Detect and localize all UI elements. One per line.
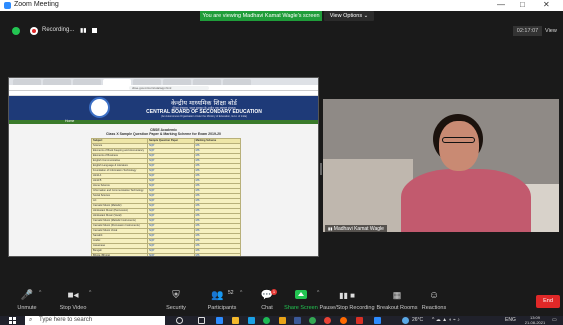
participants-button[interactable]: 👥 52 ^ Participants (198, 286, 246, 316)
participant-name: Madhavi Kamat Wagle (333, 226, 384, 232)
viewing-screen-banner: You are viewing Madhavi Kamat Wagle's sc… (200, 11, 322, 21)
cbse-header: केन्द्रीय माध्यमिक शिक्षा बोर्ड (शिक्षा … (9, 96, 318, 120)
shield-icon: ⛨ (172, 290, 180, 301)
participant-name-label: ▮▮ Madhavi Kamat Wagle (325, 225, 387, 232)
video-background-shelf (323, 159, 413, 232)
doc-subtitle: Class X Sample Question Paper & Marking … (106, 132, 221, 136)
app-icon[interactable] (248, 317, 255, 324)
table-body: Science SQP MS Elements of Book Keeping and… (91, 143, 242, 256)
zoom-window: Zoom Meeting — □ ✕ You are viewing Madha… (0, 0, 563, 325)
sqp-link[interactable]: SQP (146, 253, 195, 256)
app-icon[interactable] (324, 317, 331, 324)
subject-cell: Information and Communication Technology (91, 188, 148, 194)
sample-paper-table: Subject Sample Question Paper Marking Sc… (91, 138, 242, 256)
pause-stop-recording-label: Pause/Stop Recording (319, 305, 375, 311)
taskbar-clock[interactable]: 13:09 21-08-2021 (522, 315, 548, 325)
browser-url: cbse.gov.in/curricula/sqp.html (129, 86, 209, 90)
weather-icon (402, 317, 409, 324)
subject-cell: Bhotia (Bhotia) (91, 253, 148, 256)
taskbar-search-placeholder: Type here to search (39, 317, 93, 323)
minimize-button[interactable]: — (497, 0, 505, 9)
home-link: Home (65, 119, 75, 123)
unmute-button[interactable]: 🎤 ^ Unmute (3, 286, 51, 316)
view-button[interactable]: View (545, 26, 557, 36)
participant-face (439, 121, 479, 171)
microphone-muted-icon: 🎤 (20, 290, 34, 301)
spotify-icon[interactable] (263, 317, 270, 324)
clock-date: 21-08-2021 (524, 319, 546, 325)
recording-icon (30, 27, 38, 35)
file-explorer-icon[interactable] (232, 317, 239, 324)
search-icon: ⌕ (29, 317, 33, 323)
browser-tab-strip (9, 78, 318, 85)
app-icon[interactable] (216, 317, 223, 324)
pause-stop-icon: ▮▮ ■ (339, 291, 355, 300)
task-view-icon[interactable] (198, 317, 205, 324)
window-title: Zoom Meeting (14, 1, 59, 8)
participant-video[interactable]: ▮▮ Madhavi Kamat Wagle (323, 99, 559, 232)
participants-label: Participants (207, 305, 237, 311)
table-row: Bhotia (Bhotia) SQP MS (91, 253, 242, 256)
language-indicator[interactable]: ENG (505, 316, 516, 325)
breakout-rooms-icon: ▦ (392, 290, 402, 300)
unmute-label: Unmute (17, 305, 37, 311)
stop-recording-icon[interactable] (92, 28, 97, 33)
chevron-up-icon[interactable]: ^ (39, 290, 41, 296)
smiley-icon: ☺ (428, 290, 440, 301)
splitter-handle[interactable] (320, 163, 322, 175)
cbse-nav-bar: Home (9, 119, 318, 124)
participants-icon: 👥 (210, 290, 224, 301)
shared-screen[interactable]: cbse.gov.in/curricula/sqp.html केन्द्रीय… (8, 77, 319, 257)
subject-cell: Elements of Book Keeping and Accountancy (91, 148, 148, 154)
security-shield-icon[interactable] (12, 27, 20, 35)
share-screen-icon (295, 290, 307, 299)
ms-link[interactable]: MS (193, 253, 242, 256)
cbse-logo-icon (89, 97, 110, 118)
stop-video-label: Stop Video (59, 305, 87, 311)
maximize-button[interactable]: □ (520, 0, 525, 9)
app-icon[interactable] (340, 317, 347, 324)
pause-recording-icon[interactable]: ▮▮ (80, 27, 87, 34)
security-label: Security (166, 305, 186, 311)
close-button[interactable]: ✕ (543, 0, 550, 9)
chevron-up-icon[interactable]: ^ (240, 290, 242, 296)
end-meeting-button[interactable]: End (536, 295, 560, 308)
stop-video-button[interactable]: ■◂ ^ Stop Video (49, 286, 97, 316)
app-icon[interactable] (279, 317, 286, 324)
security-button[interactable]: ⛨ Security (152, 286, 200, 316)
subject-cell: Carnatic Music (Percussion Instruments) (91, 223, 148, 229)
taskbar-search-box[interactable]: ⌕ Type here to search (25, 316, 165, 325)
system-tray-icons[interactable]: ^ ☁ ▲ ◖ ⌁ ♪ (432, 316, 460, 325)
participant-body (401, 169, 531, 232)
meeting-timer: 02:17:07 (513, 26, 542, 36)
reactions-label: Reactions (421, 305, 447, 311)
participants-count: 52 (228, 290, 234, 296)
title-bar: Zoom Meeting — □ ✕ (0, 0, 563, 11)
zoom-logo-icon (4, 2, 11, 9)
pause-stop-recording-button[interactable]: ▮▮ ■ Pause/Stop Recording (318, 286, 376, 316)
meeting-toolbar: 🎤 ^ Unmute ■◂ ^ Stop Video ⛨ Security 👥 … (0, 286, 563, 316)
signal-icon: ▮▮ (328, 226, 333, 231)
cortana-icon[interactable] (176, 317, 183, 324)
view-options-button[interactable]: View Options ⌄ (324, 11, 374, 21)
participant-glasses (442, 137, 475, 143)
zoom-taskbar-icon[interactable] (374, 317, 381, 324)
recording-label: Recording... (42, 27, 75, 33)
weather-temperature: 26°C (412, 317, 424, 323)
app-icon[interactable] (294, 317, 301, 324)
windows-start-icon[interactable] (9, 317, 16, 324)
chrome-icon[interactable] (309, 317, 316, 324)
chevron-up-icon[interactable]: ^ (89, 290, 91, 296)
app-icon[interactable] (356, 317, 363, 324)
windows-taskbar: ⌕ Type here to search 26°C ^ ☁ ▲ ◖ ⌁ ♪ E… (0, 315, 563, 325)
notifications-icon[interactable]: ▭ (552, 316, 557, 325)
cbse-english-subtitle: (An Autonomous Organisation Under the Mi… (160, 115, 248, 118)
video-camera-icon: ■◂ (67, 290, 79, 301)
reactions-button[interactable]: ☺ Reactions (410, 286, 458, 316)
